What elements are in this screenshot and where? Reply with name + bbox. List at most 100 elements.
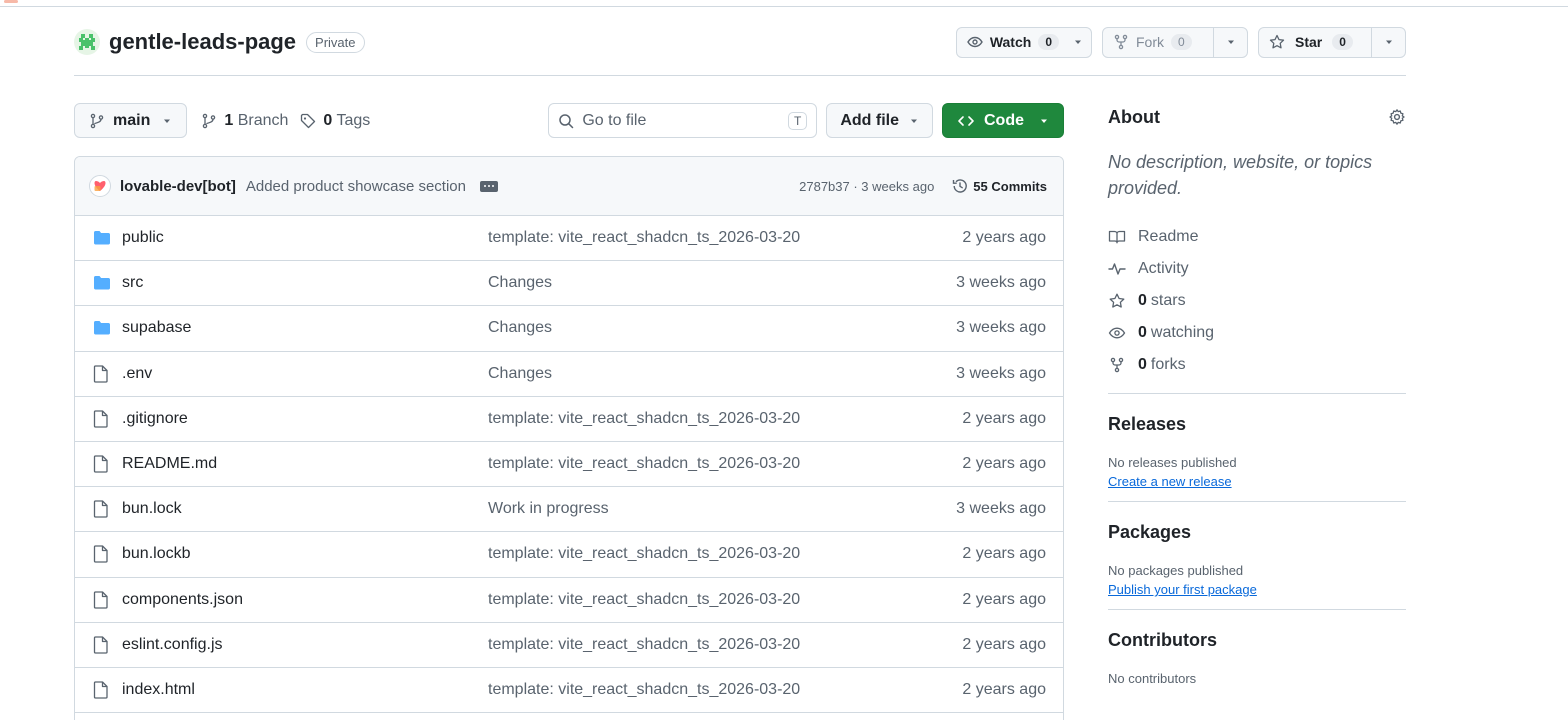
- folder-icon: [94, 321, 110, 335]
- branch-selector-button[interactable]: main: [74, 103, 188, 138]
- file-name-link[interactable]: supabase: [122, 319, 488, 337]
- file-row[interactable]: index.html template: vite_react_shadcn_ts…: [75, 668, 1063, 714]
- file-icon: [93, 365, 111, 383]
- identicon-icon: [79, 34, 95, 50]
- publish-package-link[interactable]: Publish your first package: [1108, 582, 1257, 597]
- file-row[interactable]: eslint.config.js template: vite_react_sha…: [75, 623, 1063, 668]
- forks-label: forks: [1150, 356, 1186, 373]
- file-commit-message-link[interactable]: template: vite_react_shadcn_ts_2026-03-2…: [488, 591, 962, 609]
- file-commit-message-link[interactable]: template: vite_react_shadcn_ts_2026-03-2…: [488, 229, 962, 247]
- branches-link[interactable]: 1 Branch: [201, 112, 288, 130]
- contributors-section: Contributors No contributors: [1108, 630, 1406, 686]
- repo-avatar: [74, 29, 100, 55]
- file-row[interactable]: src Changes 3 weeks ago: [75, 261, 1063, 307]
- file-name-link[interactable]: README.md: [122, 455, 488, 473]
- file-commit-message-link[interactable]: template: vite_react_shadcn_ts_2026-03-2…: [488, 410, 962, 428]
- watching-link[interactable]: 0 watching: [1108, 317, 1406, 349]
- fork-button-group: Fork 0: [1102, 26, 1248, 58]
- commit-expand-button[interactable]: [479, 180, 498, 192]
- file-commit-message-link[interactable]: Changes: [488, 274, 956, 292]
- go-to-file-search[interactable]: T: [548, 103, 818, 138]
- star-button-group: Star 0: [1258, 26, 1406, 58]
- code-icon: [958, 115, 974, 126]
- file-commit-time: 3 weeks ago: [956, 364, 1046, 382]
- file-name-link[interactable]: src: [122, 274, 488, 292]
- file-toolbar: main 1 Branch 0 Tags T Add file Code: [74, 103, 1064, 138]
- file-icon: [93, 636, 111, 654]
- file-commit-message-link[interactable]: Changes: [488, 319, 956, 337]
- fork-icon: [1114, 34, 1128, 50]
- gear-icon[interactable]: [1388, 108, 1406, 126]
- file-name-link[interactable]: bun.lockb: [122, 545, 488, 563]
- watch-dropdown-button[interactable]: [1065, 28, 1091, 57]
- commit-hash-time[interactable]: 2787b37 · 3 weeks ago: [799, 179, 934, 194]
- file-name-link[interactable]: index.html: [122, 681, 488, 699]
- file-name-link[interactable]: bun.lock: [122, 500, 488, 518]
- add-file-button[interactable]: Add file: [826, 103, 933, 138]
- add-file-label: Add file: [840, 111, 899, 129]
- sidebar-divider: [1108, 501, 1406, 502]
- star-button[interactable]: Star 0: [1259, 28, 1371, 57]
- file-icon: [93, 410, 111, 428]
- file-row[interactable]: public template: vite_react_shadcn_ts_202…: [75, 216, 1063, 262]
- file-commit-time: 2 years ago: [962, 680, 1046, 698]
- folder-icon: [93, 319, 111, 337]
- stars-count: 0: [1138, 292, 1147, 309]
- fork-dropdown-button[interactable]: [1213, 27, 1247, 57]
- file-name-link[interactable]: .env: [122, 365, 488, 383]
- file-row[interactable]: components.json template: vite_react_shad…: [75, 578, 1063, 623]
- fork-icon: [1110, 357, 1124, 373]
- forks-link[interactable]: 0 forks: [1108, 349, 1406, 381]
- file-row[interactable]: .env Changes 3 weeks ago: [75, 352, 1063, 397]
- activity-link[interactable]: Activity: [1108, 253, 1406, 285]
- repo-name-link[interactable]: gentle-leads-page: [109, 29, 296, 55]
- star-count: 0: [1332, 34, 1353, 50]
- file-commit-message-link[interactable]: template: vite_react_shadcn_ts_2026-03-2…: [488, 636, 962, 654]
- file-row[interactable]: .gitignore template: vite_react_shadcn_ts…: [75, 397, 1063, 442]
- bot-avatar[interactable]: [89, 175, 111, 197]
- go-to-file-input[interactable]: [582, 111, 780, 130]
- repo-sidebar: About No description, website, or topics…: [1108, 103, 1406, 686]
- file-commit-message-link[interactable]: Work in progress: [488, 500, 956, 518]
- watching-count: 0: [1138, 324, 1147, 341]
- folder-icon: [93, 274, 111, 292]
- file-commit-message-link[interactable]: template: vite_react_shadcn_ts_2026-03-2…: [488, 455, 962, 473]
- tag-count: 0: [323, 111, 333, 129]
- caret-down-icon: [164, 119, 171, 123]
- star-dropdown-button[interactable]: [1371, 27, 1405, 57]
- forks-count: 0: [1138, 356, 1147, 373]
- file-commit-message-link[interactable]: Changes: [488, 365, 956, 383]
- branch-label: Branch: [237, 111, 289, 129]
- file-name-link[interactable]: eslint.config.js: [122, 636, 488, 654]
- file-row[interactable]: README.md template: vite_react_shadcn_ts_…: [75, 442, 1063, 488]
- file-icon: [93, 410, 108, 428]
- watch-count: 0: [1038, 34, 1059, 50]
- file-commit-time: 2 years ago: [962, 455, 1046, 473]
- packages-title[interactable]: Packages: [1108, 522, 1406, 543]
- code-button[interactable]: Code: [942, 103, 1064, 138]
- file-row[interactable]: bun.lock Work in progress 3 weeks ago: [75, 487, 1063, 533]
- file-commit-message-link[interactable]: template: vite_react_shadcn_ts_2026-03-2…: [488, 545, 962, 563]
- file-icon: [93, 500, 108, 518]
- commit-author-link[interactable]: lovable-dev[bot]: [120, 178, 236, 195]
- about-header: About: [1108, 103, 1406, 131]
- file-name-link[interactable]: .gitignore: [122, 410, 488, 428]
- file-row[interactable]: bun.lockb template: vite_react_shadcn_ts_…: [75, 532, 1063, 578]
- tags-link[interactable]: 0 Tags: [300, 112, 370, 130]
- file-name-link[interactable]: components.json: [122, 591, 488, 609]
- fork-button[interactable]: Fork 0: [1103, 28, 1213, 57]
- releases-title[interactable]: Releases: [1108, 414, 1406, 435]
- readme-link[interactable]: Readme: [1108, 221, 1406, 253]
- contributors-title[interactable]: Contributors: [1108, 630, 1406, 651]
- watch-button[interactable]: Watch 0: [957, 28, 1065, 57]
- stars-link[interactable]: 0 stars: [1108, 285, 1406, 317]
- git-branch-icon: [90, 113, 104, 128]
- file-name-link[interactable]: public: [122, 229, 488, 247]
- file-icon: [93, 365, 108, 383]
- commits-link[interactable]: 55 Commits: [952, 178, 1047, 194]
- file-row[interactable]: supabase Changes 3 weeks ago: [75, 306, 1063, 352]
- file-commit-message-link[interactable]: template: vite_react_shadcn_ts_2026-03-2…: [488, 681, 962, 699]
- commit-message-link[interactable]: Added product showcase section: [246, 178, 466, 195]
- git-branch-icon: [203, 113, 216, 128]
- create-release-link[interactable]: Create a new release: [1108, 474, 1232, 489]
